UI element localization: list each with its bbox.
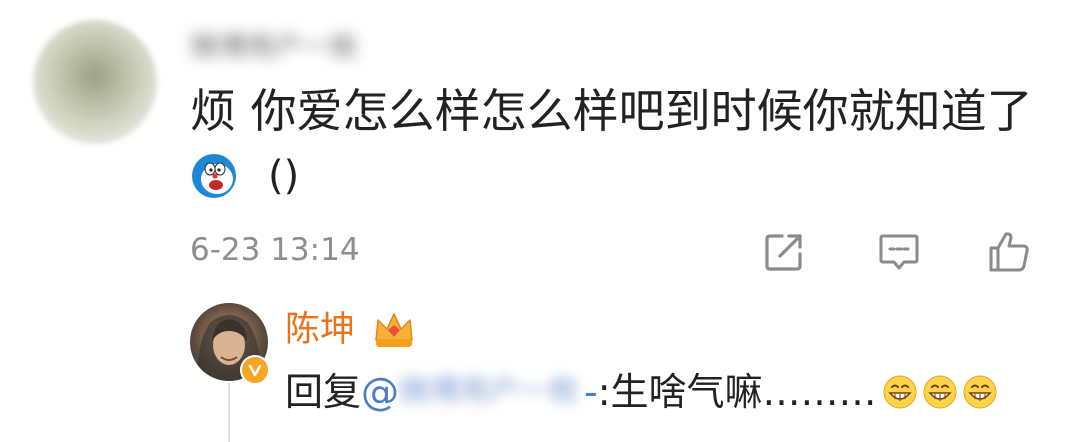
- reply-text: 回复 @ 微博用户一枚 - :生啥气嘛………: [285, 368, 997, 416]
- comment-parens: (): [268, 153, 300, 199]
- commenter-avatar[interactable]: [33, 20, 157, 144]
- reply-prefix: 回复: [285, 370, 362, 414]
- share-button[interactable]: [760, 228, 808, 276]
- reply-author-name[interactable]: 陈坤: [285, 307, 355, 353]
- comment-text: 烦 你爱怎么样怎么样吧到时候你就知道了: [190, 84, 1033, 138]
- share-icon: [765, 234, 802, 271]
- like-button[interactable]: [985, 228, 1033, 276]
- grinning-emoji-icon: [883, 375, 917, 409]
- comment-emoji-line: (): [190, 148, 299, 204]
- grinning-emoji-icon: [963, 375, 997, 409]
- mention-suffix[interactable]: -: [584, 368, 598, 416]
- comment-icon: [879, 234, 919, 270]
- like-icon: [989, 232, 1029, 272]
- doraemon-emoji-icon: [192, 154, 236, 198]
- commenter-username[interactable]: 微博用户一枚: [190, 30, 360, 64]
- mention-at[interactable]: @: [361, 368, 399, 416]
- verified-badge-icon: [240, 355, 270, 385]
- reply-thread-line: [228, 383, 230, 442]
- reply-message: :生啥气嘛………: [597, 370, 877, 414]
- grinning-emoji-icon: [923, 375, 957, 409]
- reply-button[interactable]: [875, 228, 923, 276]
- comment-timestamp: 6-23 13:14: [190, 232, 360, 268]
- mention-username[interactable]: 微博用户一枚: [399, 372, 584, 412]
- crown-icon: [375, 313, 413, 347]
